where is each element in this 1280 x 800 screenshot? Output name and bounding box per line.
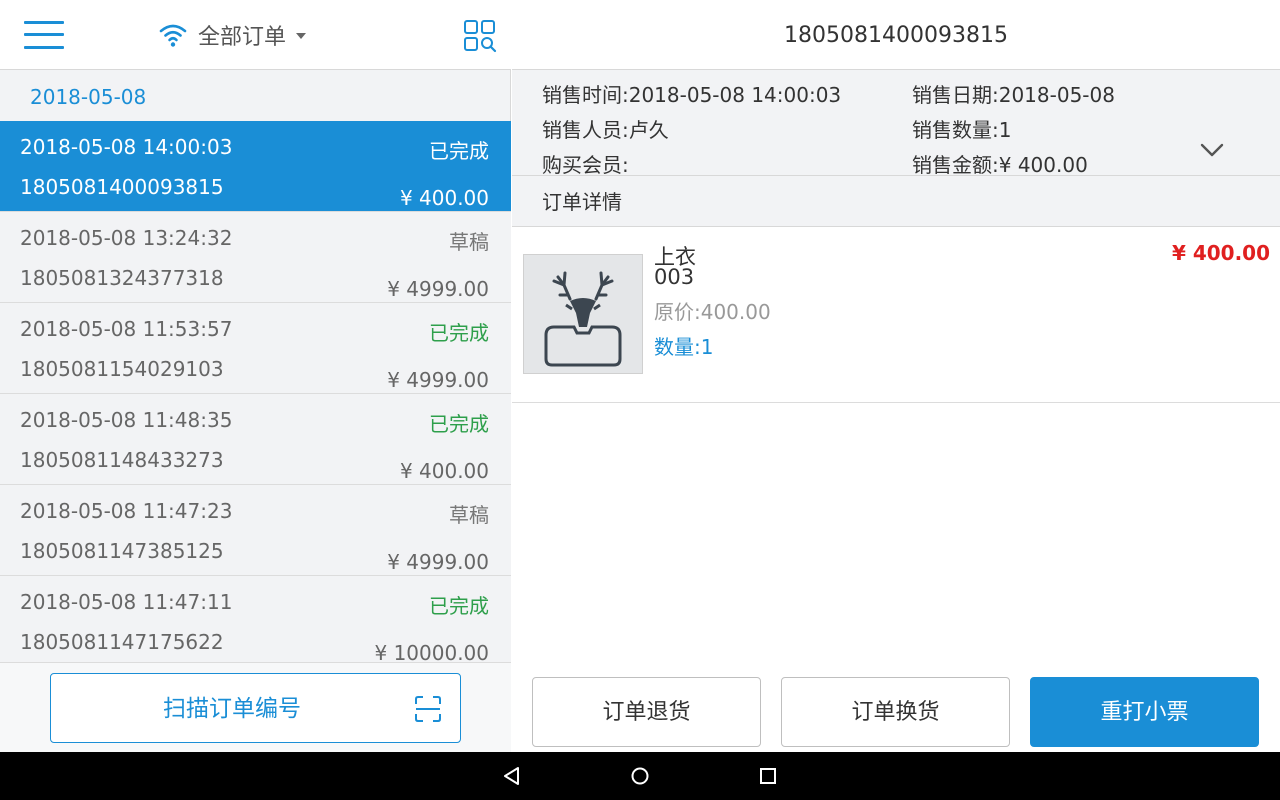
- list-topbar: 全部订单: [0, 0, 511, 70]
- order-time: 2018-05-08 11:47:11: [20, 590, 233, 614]
- salesperson: 销售人员:卢久: [542, 118, 669, 142]
- caret-down-icon: [296, 33, 307, 39]
- order-list-panel: 全部订单 2018-05-08 2018-05-08 14:00:03 已完成 …: [0, 0, 511, 752]
- scan-order-number-label: 扫描订单编号: [163, 696, 301, 722]
- chevron-down-icon[interactable]: [1200, 142, 1224, 158]
- order-status: 已完成: [429, 594, 489, 618]
- action-bar: 订单退货 订单换货 重打小票: [512, 662, 1280, 752]
- order-detail-header: 订单详情: [512, 176, 1280, 227]
- line-item[interactable]: 上衣 003 原价:400.00 数量:1 ¥ 400.00: [512, 227, 1280, 403]
- order-row[interactable]: 2018-05-08 11:47:11 已完成 1805081147175622…: [0, 576, 511, 662]
- return-order-button[interactable]: 订单退货: [532, 677, 761, 747]
- order-amount: ¥ 10000.00: [374, 641, 489, 662]
- original-price: 原价:400.00: [654, 300, 771, 324]
- recents-square-icon[interactable]: [756, 764, 780, 788]
- home-circle-icon[interactable]: [628, 764, 652, 788]
- order-number: 1805081147385125: [20, 539, 224, 563]
- order-row[interactable]: 2018-05-08 13:24:32 草稿 1805081324377318 …: [0, 212, 511, 303]
- item-quantity: 数量:1: [654, 335, 714, 359]
- date-group-header: 2018-05-08: [30, 85, 147, 109]
- order-status: 草稿: [449, 503, 489, 527]
- exchange-order-button[interactable]: 订单换货: [781, 677, 1010, 747]
- scan-search-icon[interactable]: [463, 19, 497, 53]
- order-time: 2018-05-08 11:48:35: [20, 408, 233, 432]
- sale-time: 销售时间:2018-05-08 14:00:03: [542, 83, 842, 107]
- order-status: 草稿: [449, 230, 489, 254]
- system-navigation-bar: [0, 752, 1280, 800]
- order-amount: ¥ 4999.00: [387, 368, 489, 392]
- order-summary: 销售时间:2018-05-08 14:00:03 销售日期:2018-05-08…: [512, 70, 1280, 177]
- order-row[interactable]: 2018-05-08 11:48:35 已完成 1805081148433273…: [0, 394, 511, 485]
- order-detail-panel: 1805081400093815 销售时间:2018-05-08 14:00:0…: [512, 0, 1280, 752]
- order-time: 2018-05-08 13:24:32: [20, 226, 233, 250]
- order-time: 2018-05-08 11:47:23: [20, 499, 233, 523]
- order-number: 1805081147175622: [20, 630, 224, 654]
- order-amount: ¥ 400.00: [399, 186, 489, 210]
- sale-amount: 销售金额:¥ 400.00: [912, 153, 1088, 177]
- order-number-title: 1805081400093815: [512, 0, 1280, 70]
- order-list[interactable]: 2018-05-08 14:00:03 已完成 1805081400093815…: [0, 121, 511, 662]
- order-time: 2018-05-08 11:53:57: [20, 317, 233, 341]
- order-number: 1805081400093815: [20, 175, 224, 199]
- order-number: 1805081154029103: [20, 357, 224, 381]
- item-price: ¥ 400.00: [1171, 241, 1270, 265]
- order-time: 2018-05-08 14:00:03: [20, 135, 233, 159]
- order-row[interactable]: 2018-05-08 11:47:23 草稿 1805081147385125 …: [0, 485, 511, 576]
- deer-logo-icon: [544, 271, 622, 367]
- product-code: 003: [654, 265, 695, 289]
- reprint-receipt-button[interactable]: 重打小票: [1030, 677, 1259, 747]
- menu-icon[interactable]: [24, 20, 64, 50]
- order-amount: ¥ 400.00: [399, 459, 489, 483]
- wifi-icon: [159, 24, 187, 47]
- order-filter-dropdown[interactable]: 全部订单: [158, 18, 307, 52]
- order-number: 1805081324377318: [20, 266, 224, 290]
- order-filter-label: 全部订单: [198, 25, 287, 50]
- order-number: 1805081148433273: [20, 448, 224, 472]
- sale-quantity: 销售数量:1: [912, 118, 1012, 142]
- order-status: 已完成: [429, 412, 489, 436]
- scan-frame-icon: [415, 696, 441, 722]
- order-row[interactable]: 2018-05-08 14:00:03 已完成 1805081400093815…: [0, 121, 511, 212]
- order-amount: ¥ 4999.00: [387, 550, 489, 574]
- order-status: 已完成: [429, 139, 489, 163]
- list-footer: 扫描订单编号: [0, 662, 511, 752]
- order-row[interactable]: 2018-05-08 11:53:57 已完成 1805081154029103…: [0, 303, 511, 394]
- product-thumbnail: [523, 254, 643, 374]
- order-status: 已完成: [429, 321, 489, 345]
- order-amount: ¥ 4999.00: [387, 277, 489, 301]
- back-triangle-icon[interactable]: [500, 764, 524, 788]
- scan-order-number-button[interactable]: 扫描订单编号: [50, 673, 461, 743]
- purchasing-member: 购买会员:: [542, 153, 629, 177]
- sale-date: 销售日期:2018-05-08: [912, 83, 1115, 107]
